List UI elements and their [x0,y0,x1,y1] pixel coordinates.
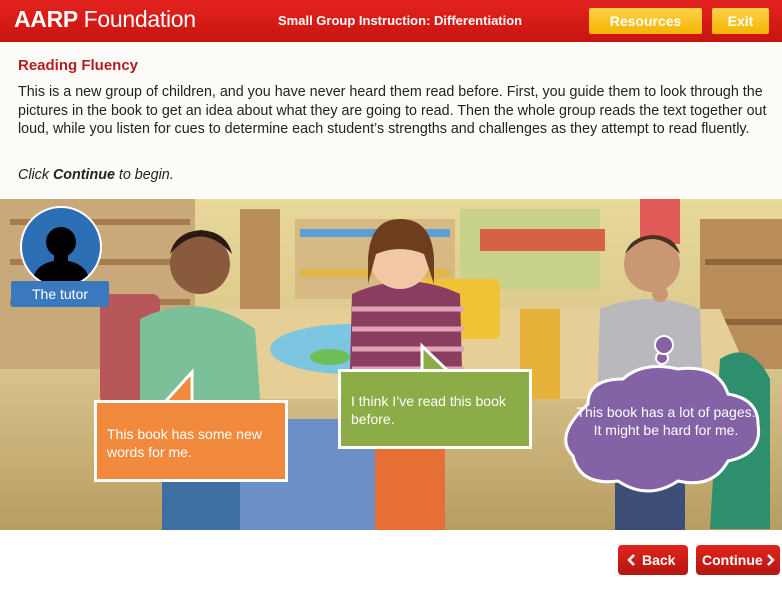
chevron-right-icon [767,554,775,566]
chevron-left-icon [627,554,635,566]
speech-bubble-read-before: I think I’ve read this book before. [338,369,532,449]
continue-label: Continue [702,552,763,568]
green-bubble-tail [420,342,452,373]
speech-bubble-new-words: This book has some new words for me. [94,400,288,482]
thought-bubble-lot-of-pages: This book has a lot of pages. It might b… [576,404,756,438]
continue-button[interactable]: Continue [696,545,780,575]
back-label: Back [642,552,676,568]
orange-bubble-tail [161,368,194,404]
back-button[interactable]: Back [618,545,688,575]
bubble-tails [161,335,761,493]
